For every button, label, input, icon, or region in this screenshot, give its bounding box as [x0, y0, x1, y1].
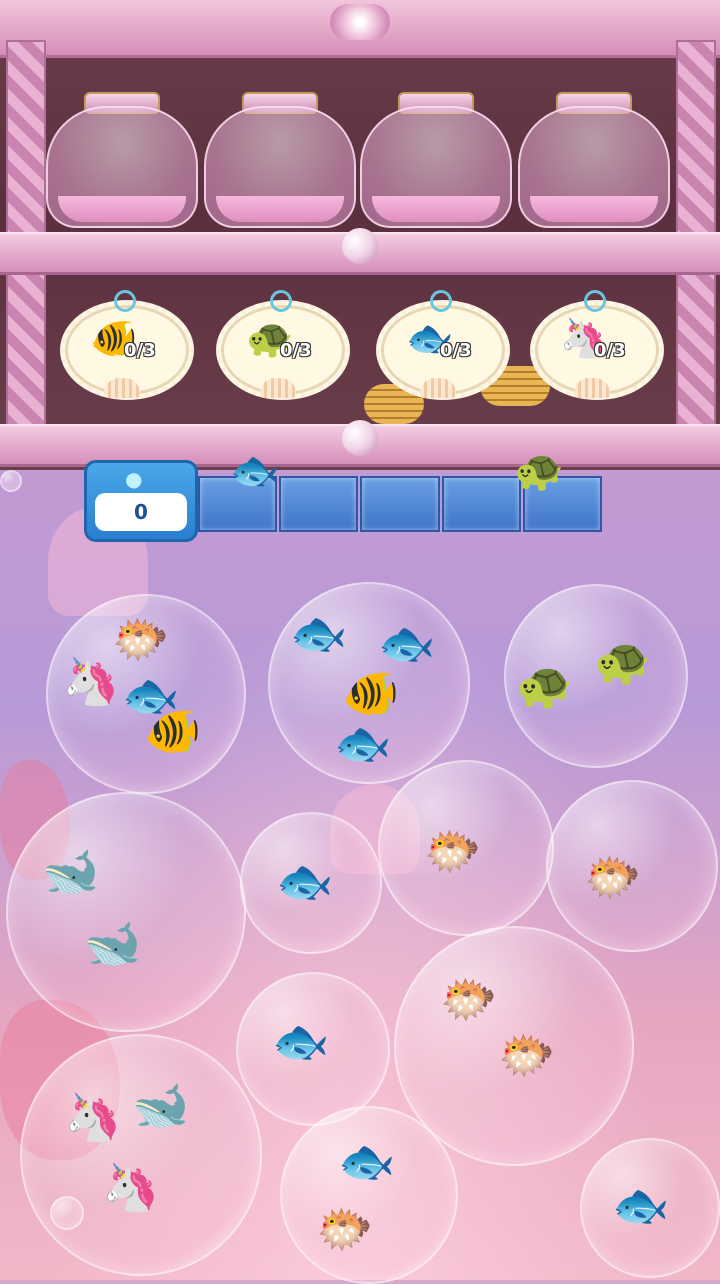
small-bubble	[50, 1196, 84, 1230]
target-count: 0/3	[124, 340, 156, 361]
shell-icon	[574, 378, 610, 398]
angelfish-icon[interactable]: 🐠	[144, 706, 201, 756]
turtle-icon[interactable]: 🐢	[594, 636, 651, 686]
tray-slot-2	[279, 476, 359, 532]
purplefish-icon[interactable]: 🐟	[612, 1180, 669, 1230]
bubble-1[interactable]: 🐡 🦄 🐟 🐠	[46, 594, 246, 794]
shell-icon	[104, 378, 140, 398]
purplefish-icon[interactable]: 🐟	[272, 1016, 329, 1066]
bubble-4[interactable]: 🐋 🐋	[6, 792, 246, 1032]
target-clownfish: 🐟 0/3	[376, 290, 510, 400]
bubble-7[interactable]: 🐡	[546, 780, 718, 952]
cabinet-crown	[0, 0, 720, 58]
small-bubble	[0, 470, 22, 492]
fish-jar-4	[518, 92, 670, 228]
fish-jar-2	[204, 92, 356, 228]
pearl-ornament	[330, 4, 390, 40]
tray-slot-3	[360, 476, 440, 532]
target-count: 0/3	[440, 340, 472, 361]
fish-counter-value: 0	[95, 493, 187, 531]
hook-icon	[584, 290, 606, 312]
yellowfish-icon[interactable]: 🐡	[316, 1204, 373, 1254]
shell-icon	[260, 378, 296, 398]
collection-cabinet: 🐠 0/3 🐢 0/3 🐟 0/3 🦄 0/3	[0, 0, 720, 470]
target-seahorse: 🦄 0/3	[530, 290, 664, 400]
fish-jar-3	[360, 92, 512, 228]
bluetang-icon[interactable]: 🐟	[334, 718, 391, 768]
yellowfish-icon[interactable]: 🐡	[112, 614, 169, 664]
yellowfish-icon[interactable]: 🐡	[584, 852, 641, 902]
orca-icon[interactable]: 🐋	[84, 918, 141, 968]
target-count: 0/3	[280, 340, 312, 361]
seahorse-icon[interactable]: 🦄	[102, 1162, 159, 1212]
bubble-5[interactable]: 🐟	[240, 812, 382, 954]
target-angelfish: 🐠 0/3	[60, 290, 194, 400]
fish-jar-1	[46, 92, 198, 228]
fish-counter: ● 0	[84, 460, 198, 542]
seahorse-icon[interactable]: 🦄	[62, 656, 119, 706]
angelfish-icon[interactable]: 🐠	[342, 668, 399, 718]
purplefish-icon[interactable]: 🐟	[290, 608, 347, 658]
clownfish-icon[interactable]: 🐟	[276, 856, 333, 906]
fish-icon: ●	[125, 467, 143, 491]
bluetang-icon[interactable]: 🐟	[338, 1136, 395, 1186]
bubble-3[interactable]: 🐢 🐢	[504, 584, 688, 768]
upper-shelf	[0, 228, 720, 275]
bubble-8[interactable]: 🐟	[236, 972, 390, 1126]
turtle-icon[interactable]: 🐢	[516, 660, 573, 710]
bubble-10[interactable]: 🦄 🐋 🦄	[20, 1034, 262, 1276]
tray-slot-4	[441, 476, 521, 532]
seahorse-icon[interactable]: 🦄	[64, 1092, 121, 1142]
bluetang-icon[interactable]: 🐟	[378, 618, 435, 668]
clownfish-icon: 🐟	[230, 448, 280, 494]
bubble-6[interactable]: 🐡	[378, 760, 554, 936]
bubble-2[interactable]: 🐟 🐟 🐠 🐟	[268, 582, 470, 784]
pufferfish-icon[interactable]: 🐡	[498, 1030, 555, 1080]
target-turtle: 🐢 0/3	[216, 290, 350, 400]
orca-icon[interactable]: 🐋	[132, 1080, 189, 1130]
turtle-icon: 🐢	[514, 448, 564, 494]
target-count: 0/3	[594, 340, 626, 361]
hook-icon	[114, 290, 136, 312]
shell-icon	[420, 378, 456, 398]
orca-icon[interactable]: 🐋	[42, 846, 99, 896]
hook-icon	[270, 290, 292, 312]
pufferfish-icon[interactable]: 🐡	[424, 826, 481, 876]
hook-icon	[430, 290, 452, 312]
bubble-11[interactable]: 🐟 🐡	[280, 1106, 458, 1284]
pufferfish-icon[interactable]: 🐡	[440, 974, 497, 1024]
bubble-12[interactable]: 🐟	[580, 1138, 720, 1278]
